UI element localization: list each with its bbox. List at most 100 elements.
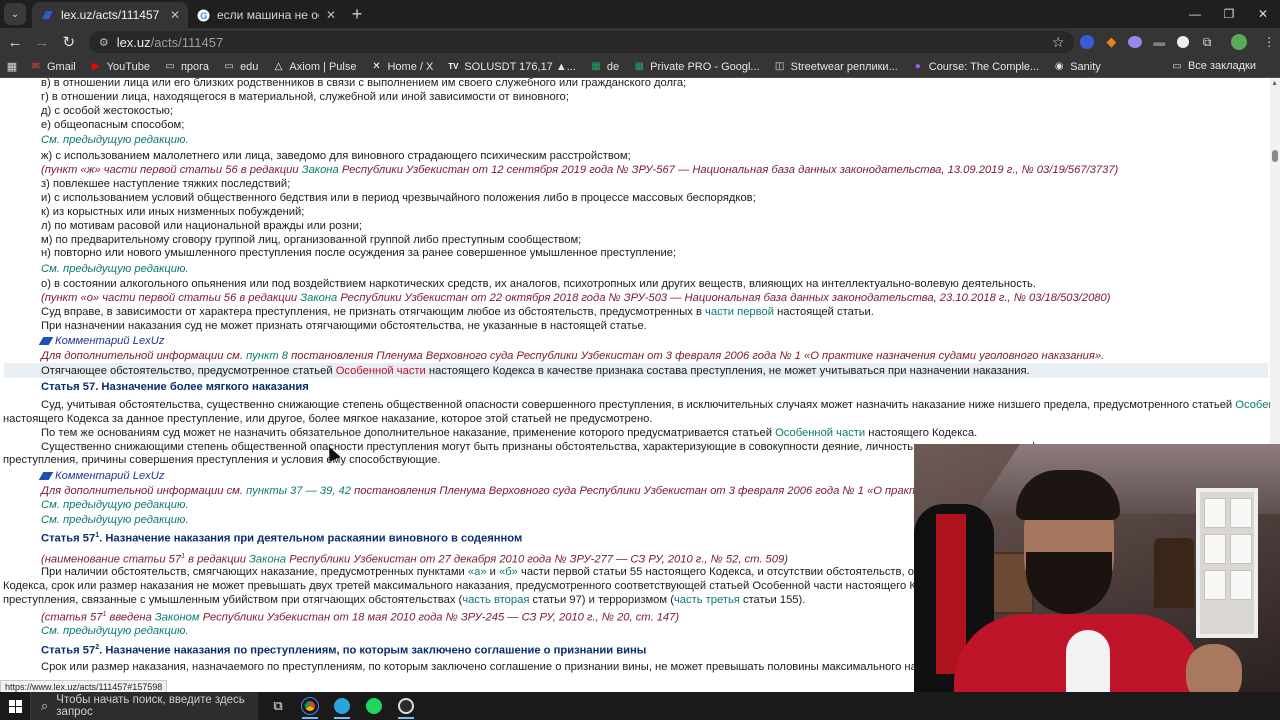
apps-grid-icon[interactable]: ▦ (6, 61, 18, 73)
see-tail: редакцию. (134, 625, 189, 637)
spotify-icon[interactable] (358, 692, 390, 720)
bookmark-youtube[interactable]: ▶ YouTube (90, 61, 150, 73)
back-arrow-icon[interactable]: ← (3, 30, 27, 54)
bookmark-course[interactable]: ● Course: The Comple... (912, 61, 1040, 73)
record-extension-icon[interactable] (1172, 31, 1194, 53)
profile-avatar-icon[interactable] (1228, 31, 1250, 53)
maximize-button[interactable]: ❐ (1212, 0, 1246, 28)
previous-edition-link[interactable]: предыдущую (63, 499, 131, 511)
paragraph: настоящего Кодекса за данное преступлени… (3, 413, 653, 425)
close-tab-icon[interactable]: ✕ (170, 8, 180, 22)
bookmark-sanity[interactable]: ◉ Sanity (1053, 61, 1101, 73)
bookmark-x[interactable]: ✕ Home / X (370, 61, 433, 73)
previous-edition-link[interactable]: предыдущую (63, 134, 131, 146)
part-one-link[interactable]: части первой (705, 306, 774, 318)
address-url[interactable]: lex.uz/acts/111457 (117, 35, 1044, 50)
bookmark-label: edu (240, 60, 259, 73)
law-link[interactable]: Законом (155, 612, 200, 624)
sheets-icon: ▦ (634, 61, 644, 72)
amendment-note: (пункт «о» части первой статьи 56 в реда… (41, 291, 1110, 305)
all-bookmarks[interactable]: ▭ Все закладки (1171, 60, 1256, 72)
metamask-extension-icon[interactable]: ◆ (1100, 31, 1122, 53)
bookmark-label: de (606, 60, 620, 73)
new-tab-button[interactable]: + (344, 4, 370, 25)
close-tab-icon[interactable]: ✕ (326, 8, 336, 22)
lexuz-comment[interactable]: Комментарий LexUz (38, 469, 164, 483)
tab-google-search[interactable]: G если машина не останавливает ✕ (188, 2, 344, 28)
heading-text: . Назначение наказания по преступлениям,… (99, 644, 647, 657)
point-a-link[interactable]: «а» (468, 566, 487, 578)
folder-icon: ▭ (224, 61, 234, 72)
bookmark-label: Gmail (47, 60, 76, 73)
windows-start-icon[interactable] (0, 692, 30, 720)
clause-zh: ж) с использованием малолетнего или лица… (41, 150, 631, 162)
paragraph-text: Отягчающее обстоятельство, предусмотренн… (41, 365, 333, 377)
bookmark-private-pro[interactable]: ▦ Private PRO - Googl... (633, 61, 759, 73)
tab-lex-uz[interactable]: lex.uz/acts/111457 ✕ (32, 2, 188, 28)
chrome-menu-icon[interactable]: ⋮ (1258, 31, 1280, 53)
tab-strip: ⌄ lex.uz/acts/111457 ✕ G если машина не … (0, 0, 1280, 28)
lexuz-comment[interactable]: Комментарий LexUz (38, 334, 164, 348)
translate-extension-icon[interactable] (1076, 31, 1098, 53)
paragraph: При назначении наказания суд не может пр… (41, 320, 647, 332)
scrollbar-thumb[interactable] (1272, 150, 1278, 162)
amendment-text: введена (109, 611, 152, 624)
paragraph-text: настоящего Кодекса в качестве признака с… (428, 365, 1030, 377)
task-view-icon[interactable]: ⧉ (262, 692, 294, 720)
law-link[interactable]: Закона (249, 554, 286, 566)
point-b-link[interactable]: «б» (499, 566, 518, 578)
forward-arrow-icon[interactable]: → (30, 30, 54, 54)
part-two-link[interactable]: часть вторая (462, 594, 529, 606)
law-link[interactable]: Закона (300, 292, 337, 304)
wallet-extension-icon[interactable]: ▬ (1148, 31, 1170, 53)
taskbar-search-box[interactable]: ⌕ Чтобы начать поиск, введите здесь запр… (30, 692, 258, 720)
obs-icon[interactable] (390, 692, 422, 720)
scroll-up-arrow-icon[interactable]: ▲ (1271, 80, 1278, 87)
bookmark-label: Все закладки (1187, 60, 1256, 72)
folder-icon: ▭ (1172, 60, 1182, 72)
phantom-extension-icon[interactable] (1124, 31, 1146, 53)
part-three-link[interactable]: часть третья (674, 594, 740, 606)
close-window-button[interactable]: ✕ (1246, 0, 1280, 28)
bookmark-solusdt[interactable]: TV SOLUSDT 176,17 ▲... (447, 61, 576, 73)
special-part-link[interactable]: Особенной части (775, 427, 865, 439)
bookmark-label: YouTube (106, 60, 150, 73)
previous-edition-link[interactable]: предыдущую (63, 625, 131, 637)
bookmark-star-icon[interactable]: ☆ (1052, 34, 1065, 51)
see-tail: редакцию. (134, 134, 189, 146)
see-previous-edition: См. предыдущую редакцию. (41, 624, 189, 638)
bookmark-label: Axiom | Pulse (289, 60, 357, 73)
paragraph-text: преступления, связанные с умышленным уби… (3, 594, 463, 606)
minimize-button[interactable]: — (1178, 0, 1212, 28)
law-link[interactable]: Закона (302, 164, 339, 176)
url-host: lex.uz (116, 34, 151, 50)
plenum-points-link[interactable]: пункты 37 — 39, 42 (246, 485, 351, 497)
plenum-point-link[interactable]: пункт 8 (246, 350, 288, 362)
article-57-heading: Статья 57. Назначение более мягкого нака… (41, 381, 309, 393)
svg-text:G: G (200, 11, 207, 21)
chrome-icon[interactable] (294, 692, 326, 720)
telegram-icon[interactable] (326, 692, 358, 720)
see-tail: редакцию. (134, 514, 189, 526)
site-info-icon[interactable]: ⚙ (99, 36, 109, 49)
extensions-puzzle-icon[interactable]: ⧉ (1196, 31, 1218, 53)
bookmark-folder-proga[interactable]: ▭ прога (164, 61, 209, 73)
address-bar[interactable]: ⚙ lex.uz/acts/111457 ☆ (88, 31, 1075, 53)
amendment-text: (наименование статьи 57 (41, 553, 182, 566)
paragraph-text: По тем же основаниям суд может не назнач… (41, 427, 772, 439)
paragraph-text: При наличии обстоятельств, смягчающих на… (41, 566, 465, 578)
see-previous-edition: См. предыдущую редакцию. (41, 133, 189, 147)
reload-icon[interactable]: ↻ (57, 30, 81, 54)
paragraph-text: настоящего Кодекса. (868, 427, 978, 439)
bookmark-axiom[interactable]: △ Axiom | Pulse (272, 60, 357, 73)
see-previous-edition: См. предыдущую редакцию. (41, 513, 189, 527)
bookmark-gmail[interactable]: ✉ Gmail (30, 61, 76, 73)
bookmark-de[interactable]: ▦ de (590, 61, 619, 73)
previous-edition-link[interactable]: предыдущую (63, 263, 131, 275)
special-part-link[interactable]: Особенной части (336, 365, 426, 377)
previous-edition-link[interactable]: предыдущую (63, 514, 131, 526)
bookmark-folder-edu[interactable]: ▭ edu (223, 61, 258, 73)
tab-search-dropdown[interactable]: ⌄ (4, 3, 26, 25)
clause-m: м) по предварительному сговору группой л… (41, 234, 582, 246)
bookmark-streetwear[interactable]: ◫ Streetwear реплики... (774, 61, 898, 73)
